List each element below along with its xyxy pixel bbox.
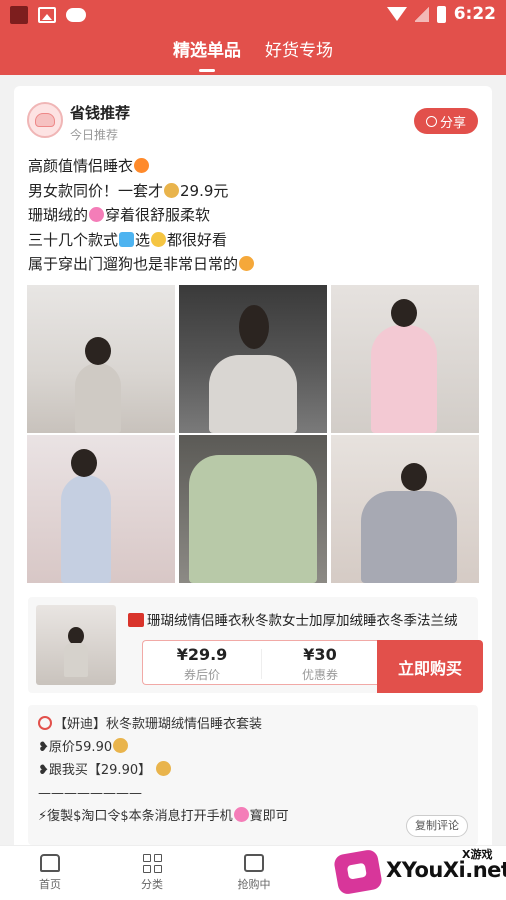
share-button[interactable]: 分享 bbox=[414, 108, 478, 134]
promo-copy-text: 【妍迪】秋冬款珊瑚绒情侣睡衣套装 ❥原价59.90 ❥跟我买【29.90】 ——… bbox=[28, 705, 478, 845]
author-name: 省钱推荐 bbox=[70, 104, 131, 122]
copy-comment-button[interactable]: 复制评论 bbox=[406, 815, 468, 837]
avatar[interactable] bbox=[27, 102, 63, 138]
gallery-notification-icon bbox=[38, 7, 56, 23]
author-subtitle: 今日推荐 bbox=[70, 128, 119, 142]
top-tabs: 精选单品 好货专场 bbox=[0, 38, 506, 72]
nav-flash-sale[interactable]: 抢购中 bbox=[224, 854, 284, 892]
money-bag-emoji-icon bbox=[164, 182, 180, 198]
app-header: 6:22 精选单品 好货专场 bbox=[0, 0, 506, 75]
product-card[interactable]: 珊瑚绒情侣睡衣秋冬款女士加厚加绒睡衣冬季法兰绒 ¥29.9 券后价 ¥30 优惠… bbox=[28, 597, 483, 693]
piggy-bank-icon bbox=[35, 113, 55, 127]
wifi-icon bbox=[386, 7, 407, 21]
coupon-value: ¥30 bbox=[303, 645, 337, 664]
hearts-emoji-icon bbox=[89, 207, 105, 222]
heart-emoji-icon bbox=[233, 807, 249, 822]
cloud-notification-icon bbox=[66, 8, 86, 22]
boom-emoji-icon bbox=[134, 158, 150, 173]
ke-emoji-icon bbox=[119, 231, 135, 247]
post-card: 省钱推荐 今日推荐 分享 高颜值情侣睡衣 男女款同价！一套才 29.9元 珊瑚绒的… bbox=[14, 86, 492, 856]
home-icon bbox=[40, 854, 60, 872]
tab-specials[interactable]: 好货专场 bbox=[265, 38, 333, 68]
product-photo[interactable] bbox=[179, 285, 327, 433]
product-photo[interactable] bbox=[331, 435, 479, 583]
product-thumbnail[interactable] bbox=[36, 605, 116, 685]
buy-now-button[interactable]: 立即购买 bbox=[377, 640, 483, 693]
product-photo[interactable] bbox=[331, 285, 479, 433]
app-notification-icon bbox=[10, 6, 28, 24]
money-bag-emoji-icon bbox=[156, 761, 172, 776]
product-photo[interactable] bbox=[179, 435, 327, 583]
flash-sale-icon bbox=[244, 854, 264, 872]
price-after-coupon: ¥29.9 bbox=[176, 645, 228, 664]
tmall-icon bbox=[128, 613, 144, 627]
nav-home[interactable]: 首页 bbox=[20, 854, 80, 892]
post-description: 高颜值情侣睡衣 男女款同价！一套才 29.9元 珊瑚绒的 穿着很舒服柔软 三十几个款… bbox=[28, 154, 255, 277]
coupon-label: 优惠券 bbox=[301, 668, 338, 682]
site-watermark: X游戏 XYouXi.net bbox=[332, 842, 506, 900]
nav-category[interactable]: 分类 bbox=[122, 854, 182, 892]
photo-grid bbox=[27, 285, 479, 583]
battery-icon bbox=[436, 5, 446, 23]
product-photo[interactable] bbox=[27, 285, 175, 433]
circle-icon bbox=[38, 716, 52, 730]
gamepad-logo-icon bbox=[332, 848, 384, 896]
moon-emoji-icon bbox=[151, 231, 167, 247]
price-box: ¥29.9 券后价 ¥30 优惠券 bbox=[142, 640, 378, 685]
price-after-coupon-label: 券后价 bbox=[183, 668, 220, 682]
product-photo[interactable] bbox=[27, 435, 175, 583]
product-title[interactable]: 珊瑚绒情侣睡衣秋冬款女士加厚加绒睡衣冬季法兰绒 bbox=[128, 609, 468, 629]
status-time: 6:22 bbox=[453, 4, 496, 24]
tab-featured[interactable]: 精选单品 bbox=[173, 38, 241, 72]
smirk-emoji-icon bbox=[239, 256, 255, 271]
category-icon bbox=[142, 854, 162, 873]
share-icon bbox=[425, 115, 437, 127]
signal-icon bbox=[414, 6, 429, 22]
money-bag-emoji-icon bbox=[113, 738, 129, 753]
status-bar: 6:22 bbox=[0, 0, 506, 28]
